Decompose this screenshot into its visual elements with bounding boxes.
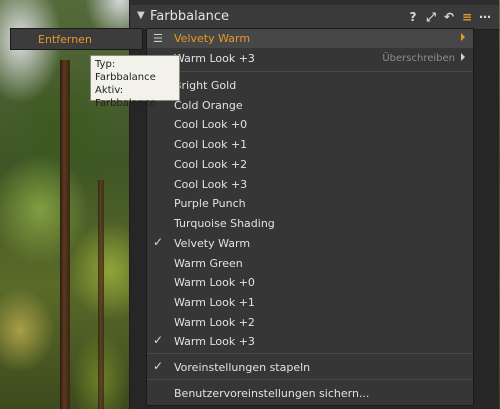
menu-item-label: Cool Look +3 — [174, 178, 248, 191]
menu-item-label: Benutzervoreinstellungen sichern... — [174, 387, 370, 400]
menu-item-stack-presets[interactable]: ✓ Voreinstellungen stapeln — [147, 358, 473, 377]
presets-menu-icon[interactable]: ≡ — [461, 10, 473, 24]
menu-item-label: Purple Punch — [174, 197, 246, 210]
menu-item-preset[interactable]: Purple Punch — [147, 194, 473, 213]
menu-item-label: Warm Look +1 — [174, 296, 255, 309]
checkmark-icon: ✓ — [153, 235, 164, 249]
remove-button[interactable]: Entfernen — [10, 28, 143, 50]
menu-item-current-preset[interactable]: ☰ Velvety Warm — [147, 29, 473, 48]
menu-item-preset[interactable]: Warm Green — [147, 254, 473, 273]
menu-item-preset[interactable]: Cool Look +2 — [147, 155, 473, 174]
menu-item-label: Warm Look +3 — [174, 52, 255, 65]
menu-item-preset[interactable]: Warm Look +0 — [147, 273, 473, 292]
tooltip-active-value: Farbbalance — [95, 98, 156, 109]
menu-item-label: Velvety Warm — [174, 32, 251, 45]
checkmark-icon: ✓ — [153, 359, 164, 373]
menu-separator — [147, 71, 473, 72]
tree-trunk — [98, 180, 104, 409]
chevron-down-icon[interactable]: ▼ — [137, 11, 147, 21]
menu-item-label: Voreinstellungen stapeln — [174, 361, 311, 374]
menu-item-stacked-preset[interactable]: Warm Look +3 Überschreiben — [147, 49, 473, 68]
remove-label: Entfernen — [38, 33, 92, 46]
menu-item-preset[interactable]: ✓ Warm Look +3 — [147, 332, 473, 351]
menu-item-label: Cool Look +2 — [174, 158, 248, 171]
menu-item-label: Warm Look +0 — [174, 276, 255, 289]
menu-item-label: Cold Orange — [174, 99, 243, 112]
menu-item-label: Warm Look +3 — [174, 335, 255, 348]
overwrite-label: Überschreiben — [382, 53, 455, 64]
submenu-arrow-icon — [461, 33, 465, 41]
menu-item-label: Cool Look +0 — [174, 118, 248, 131]
tooltip-type: Typ: Farbbalance — [95, 59, 156, 83]
copy-apply-icon[interactable]: ⤢ — [425, 10, 437, 24]
menu-item-save-user-presets[interactable]: Benutzervoreinstellungen sichern... — [147, 384, 473, 403]
list-icon: ☰ — [153, 32, 163, 45]
checkmark-icon: ✓ — [153, 333, 164, 347]
menu-item-preset[interactable]: Warm Look +1 — [147, 293, 473, 312]
panel-title: Farbbalance — [150, 9, 230, 24]
menu-item-label: Cool Look +1 — [174, 138, 248, 151]
tree-trunk — [60, 60, 70, 409]
menu-item-label: Velvety Warm — [174, 237, 251, 250]
menu-item-label: Warm Green — [174, 257, 243, 270]
menu-item-label: Turquoise Shading — [174, 217, 275, 230]
menu-item-preset[interactable]: Cool Look +1 — [147, 135, 473, 154]
menu-item-preset[interactable]: Cool Look +0 — [147, 115, 473, 134]
reset-icon[interactable]: ↶ — [443, 10, 455, 24]
menu-separator — [147, 379, 473, 380]
presets-dropdown-menu: ☰ Velvety Warm Warm Look +3 Überschreibe… — [146, 28, 474, 406]
menu-item-preset[interactable]: Bright Gold — [147, 76, 473, 95]
tooltip-active-label: Aktiv: — [95, 85, 124, 96]
submenu-arrow-icon — [461, 53, 465, 61]
menu-item-label: Warm Look +2 — [174, 316, 255, 329]
menu-item-label: Bright Gold — [174, 79, 237, 92]
menu-separator — [147, 353, 473, 354]
help-icon[interactable]: ? — [407, 10, 419, 24]
more-options-icon[interactable]: ⋯ — [479, 10, 491, 24]
menu-item-preset[interactable]: Turquoise Shading — [147, 214, 473, 233]
menu-item-preset[interactable]: Cool Look +3 — [147, 175, 473, 194]
menu-item-preset[interactable]: Cold Orange — [147, 96, 473, 115]
menu-item-preset[interactable]: Warm Look +2 — [147, 313, 473, 332]
tooltip: Typ: Farbbalance Aktiv: Farbbalance — [90, 55, 180, 109]
panel-header[interactable]: ▼ Farbbalance ? ⤢ ↶ ≡ ⋯ — [130, 5, 499, 30]
header-icons: ? ⤢ ↶ ≡ ⋯ — [407, 9, 491, 25]
menu-item-preset[interactable]: ✓ Velvety Warm — [147, 234, 473, 253]
